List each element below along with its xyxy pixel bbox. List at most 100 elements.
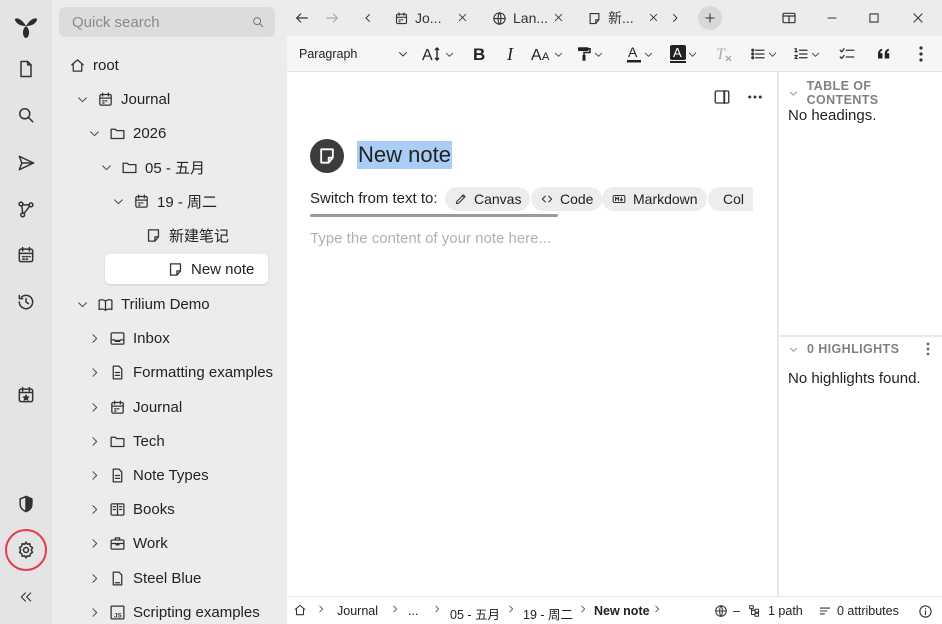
tree-expander[interactable]	[74, 91, 90, 107]
font-size-dropdown[interactable]: A	[422, 42, 455, 66]
breadcrumb-item[interactable]: 05 - 五月	[450, 604, 500, 623]
recent-changes-button[interactable]	[6, 282, 46, 322]
breadcrumb-item[interactable]: New note	[594, 604, 650, 618]
heading-dropdown-label: Paragraph	[299, 47, 358, 61]
toggle-split-button[interactable]	[779, 6, 799, 30]
tab[interactable]: Lan...	[492, 6, 564, 30]
toggle-right-pane-button[interactable]	[713, 88, 731, 106]
switch-to-code-button[interactable]: Code	[531, 187, 603, 211]
tree-item[interactable]: Work	[86, 528, 168, 558]
tree-expander[interactable]	[86, 330, 102, 346]
breadcrumb-item[interactable]: Journal	[337, 604, 378, 618]
new-tab-button[interactable]	[698, 6, 722, 30]
note-language-button[interactable]: –	[714, 604, 740, 618]
quick-search-input[interactable]	[72, 13, 251, 31]
note-actions-button[interactable]	[746, 88, 764, 106]
format-painter-dropdown[interactable]	[575, 42, 604, 66]
tree-item[interactable]: Note Types	[86, 460, 209, 490]
tree-item[interactable]: Steel Blue	[86, 563, 201, 593]
breadcrumb-item[interactable]: ...	[408, 604, 418, 618]
protected-session-button[interactable]	[6, 484, 46, 524]
tree-expander[interactable]	[86, 125, 102, 141]
todo-list-button[interactable]	[838, 42, 856, 66]
heading-dropdown[interactable]: Paragraph	[299, 42, 409, 66]
right-pane-separator[interactable]	[779, 335, 942, 337]
tree-item[interactable]: Books	[86, 494, 175, 524]
tree-expander[interactable]	[110, 193, 126, 209]
numbered-list-dropdown[interactable]	[792, 42, 821, 66]
tree-item[interactable]: Journal	[86, 392, 182, 422]
tree-expander[interactable]	[86, 535, 102, 551]
tree-item[interactable]: Tech	[86, 426, 165, 456]
search-button[interactable]	[6, 95, 46, 135]
tree-item[interactable]: root	[68, 50, 119, 80]
note-map-button[interactable]	[6, 189, 46, 229]
maximize-button[interactable]	[864, 6, 884, 30]
close-tab-button[interactable]	[648, 12, 659, 23]
note-type-icon-button[interactable]	[310, 139, 344, 173]
close-tab-button[interactable]	[457, 12, 468, 23]
tree-expander[interactable]	[86, 433, 102, 449]
switch-to-collection-button[interactable]: Col	[708, 187, 753, 211]
tree-item[interactable]: 19 - 周二	[110, 186, 217, 216]
quick-search-box[interactable]	[59, 7, 275, 37]
tree-expander[interactable]	[86, 501, 102, 517]
tree-item[interactable]: 2026	[86, 118, 166, 148]
italic-button[interactable]: I	[505, 42, 519, 66]
bulleted-list-dropdown[interactable]	[749, 42, 778, 66]
tree-item[interactable]: Trilium Demo	[74, 289, 210, 319]
settings-button[interactable]	[6, 530, 46, 570]
more-format-button[interactable]	[919, 42, 923, 66]
chevron-right-icon	[91, 402, 97, 412]
tree-item[interactable]: Inbox	[86, 323, 170, 353]
tree-expander[interactable]	[86, 570, 102, 586]
text-style-dropdown[interactable]: AA	[531, 42, 564, 66]
tree-item[interactable]: Formatting examples	[86, 357, 273, 387]
font-color-dropdown[interactable]: A	[625, 42, 654, 66]
switch-to-markdown-button[interactable]: Markdown	[602, 187, 707, 211]
calendar-button[interactable]	[6, 235, 46, 275]
note-info-button[interactable]	[918, 604, 933, 619]
note-attributes-button[interactable]: 0 attributes	[818, 604, 899, 618]
note-paths-button[interactable]: 1 path	[748, 604, 803, 618]
breadcrumb-item[interactable]: 19 - 周二	[523, 604, 573, 623]
jump-to-button[interactable]	[6, 143, 46, 183]
tree-item[interactable]: JS Scripting examples	[86, 597, 260, 624]
new-note-button[interactable]	[6, 49, 46, 89]
today-button[interactable]	[6, 375, 46, 415]
switch-options-scrollbar[interactable]	[310, 214, 558, 217]
tree-item[interactable]: 05 - 五月	[98, 152, 205, 182]
tab[interactable]: 新...	[587, 6, 659, 30]
tree-item[interactable]: Journal	[74, 84, 170, 114]
tree-expander[interactable]	[74, 296, 90, 312]
toc-header[interactable]: TABLE OF CONTENTS	[788, 79, 942, 107]
tree-item[interactable]: New note	[105, 254, 268, 284]
collapse-launcher-button[interactable]	[6, 577, 46, 617]
minimize-button[interactable]	[822, 6, 842, 30]
close-window-button[interactable]	[908, 6, 928, 30]
tree-expander[interactable]	[86, 467, 102, 483]
tree-expander[interactable]	[86, 604, 102, 620]
bold-button[interactable]: B	[472, 42, 488, 66]
tree-item[interactable]: 新建笔记	[122, 220, 229, 250]
tree-expander[interactable]	[86, 364, 102, 380]
tab-title: 新...	[608, 10, 634, 26]
background-color-dropdown[interactable]: A	[669, 42, 698, 66]
scroll-tabs-right-button[interactable]	[667, 6, 683, 30]
breadcrumb-home-button[interactable]	[293, 603, 307, 617]
remove-format-button[interactable]: T	[715, 42, 733, 66]
highlights-header[interactable]: 0 HIGHLIGHTS	[788, 342, 899, 356]
tree-expander[interactable]	[86, 399, 102, 415]
app-logo[interactable]	[6, 6, 46, 46]
back-button[interactable]	[290, 6, 314, 30]
note-title[interactable]: New note	[357, 141, 452, 169]
close-tab-button[interactable]	[553, 12, 564, 23]
block-quote-button[interactable]	[875, 42, 893, 66]
switch-to-canvas-button[interactable]: Canvas	[445, 187, 531, 211]
tab[interactable]: Jo...	[394, 6, 468, 30]
note-content-editor[interactable]: Type the content of your note here...	[310, 230, 551, 247]
scroll-tabs-left-button[interactable]	[358, 6, 378, 30]
highlights-options-button[interactable]	[926, 342, 930, 356]
tree-expander[interactable]	[98, 159, 114, 175]
forward-button[interactable]	[320, 6, 344, 30]
